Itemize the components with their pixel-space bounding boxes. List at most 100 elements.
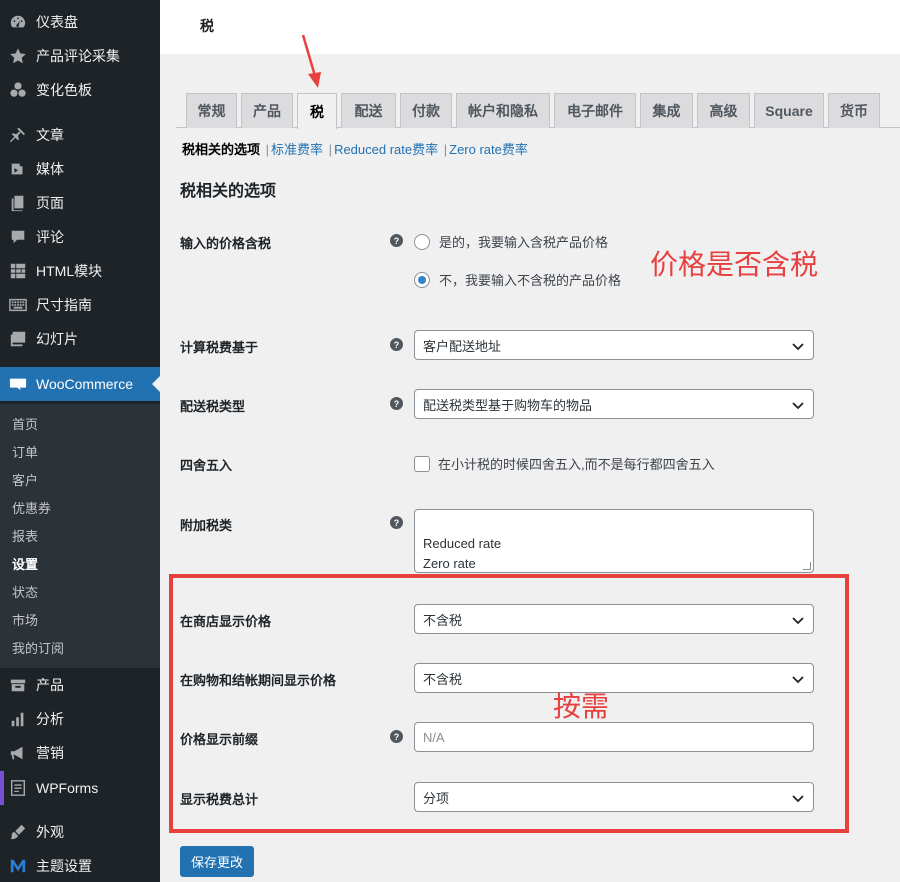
sidebar-item-dashboard[interactable]: 仪表盘 [0,5,160,39]
radio-button[interactable] [414,233,430,250]
admin-sidebar: 首页 订单 客户 优惠券 报表 设置 状态 市场 我的订阅 仪表盘 产品评论采集… [0,0,160,882]
select-value: 配送税类型基于购物车的物品 [423,397,593,413]
checkbox-box[interactable] [414,455,430,472]
sidebar-item-label: 尺寸指南 [36,297,92,313]
subsub-link-reduced-rates[interactable]: Reduced rate费率 [334,142,438,157]
submenu-customers[interactable]: 客户 [12,470,38,489]
sidebar-item-label: WooCommerce [36,376,133,392]
tab-currency[interactable]: 货币 [828,93,880,128]
sidebar-item-appearance[interactable]: 外观 [0,815,160,849]
sidebar-item-label: 幻灯片 [36,331,78,347]
sidebar-item-slides[interactable]: 幻灯片 [0,322,160,356]
tab-products[interactable]: 产品 [241,93,293,128]
help-icon[interactable]: ? [390,338,403,351]
megaphone-icon [0,744,36,762]
sidebar-item-label: 外观 [36,824,64,840]
submenu-orders[interactable]: 订单 [12,442,38,461]
sidebar-item-posts[interactable]: 文章 [0,118,160,152]
radio-prices-include-tax-no[interactable]: 不，我要输入不含税的产品价格 [414,270,621,289]
resize-handle-icon[interactable] [803,562,811,570]
tab-payments[interactable]: 付款 [400,93,452,128]
sidebar-item-label: 产品评论采集 [36,48,120,64]
sidebar-item-label: 仪表盘 [36,14,78,30]
section-title: 税相关的选项 [180,183,277,200]
star-icon [0,47,36,65]
subsub-link-zero-rates[interactable]: Zero rate费率 [449,142,528,157]
page-title: 税 [200,18,214,34]
textarea-value: Reduced rate Zero rate [423,536,502,571]
submenu-home[interactable]: 首页 [12,414,38,433]
sidebar-item-size-guide[interactable]: 尺寸指南 [0,288,160,322]
sidebar-item-review-collect[interactable]: 产品评论采集 [0,39,160,73]
chevron-down-icon [792,343,804,351]
sidebar-item-pages[interactable]: 页面 [0,186,160,220]
sidebar-item-analytics[interactable]: 分析 [0,702,160,736]
help-icon[interactable]: ? [390,516,403,529]
sidebar-item-label: 主题设置 [36,858,92,874]
chart-icon [0,710,36,728]
label-tax-based-on: 计算税费基于 [180,340,259,355]
checkbox-rounding[interactable]: 在小计税的时候四舍五入,而不是每行都四舍五入 [414,454,715,473]
sidebar-item-label: 变化色板 [36,82,92,98]
slides-icon [0,330,36,348]
sidebar-item-products[interactable]: 产品 [0,668,160,702]
textarea-additional-tax-classes[interactable]: Reduced rate Zero rate [414,509,814,573]
label-prices-include-tax: 输入的价格含税 [180,236,272,251]
sidebar-item-label: HTML模块 [36,263,103,279]
sidebar-item-label: 页面 [36,195,64,211]
sidebar-item-swatches[interactable]: 变化色板 [0,73,160,107]
sidebar-item-label: 媒体 [36,161,64,177]
sidebar-item-comments[interactable]: 评论 [0,220,160,254]
label-additional-tax-classes: 附加税类 [180,518,233,533]
sidebar-item-html-blocks[interactable]: HTML模块 [0,254,160,288]
grid-icon [0,262,36,280]
radio-prices-include-tax-yes[interactable]: 是的，我要输入含税产品价格 [414,232,608,251]
page-icon [0,194,36,212]
sidebar-item-wpforms[interactable]: WPForms [0,771,160,805]
checkbox-label: 在小计税的时候四舍五入,而不是每行都四舍五入 [438,457,715,472]
tab-emails[interactable]: 电子邮件 [554,93,636,128]
pin-icon [0,126,36,144]
save-changes-button[interactable]: 保存更改 [180,846,254,877]
tab-advanced[interactable]: 高级 [697,93,750,128]
sidebar-item-woocommerce[interactable]: WooCommerce [0,367,160,401]
help-icon[interactable]: ? [390,397,403,410]
subsub-separator: | [265,142,270,157]
m-logo-icon [0,857,36,875]
select-shipping-tax-class[interactable]: 配送税类型基于购物车的物品 [414,389,814,419]
sidebar-item-label: 分析 [36,711,64,727]
subsub-current-tax-options: 税相关的选项 [182,142,261,157]
submenu-reports[interactable]: 报表 [12,526,38,545]
sidebar-item-media[interactable]: 媒体 [0,152,160,186]
tab-integration[interactable]: 集成 [640,93,693,128]
tab-tax[interactable]: 税 [297,93,337,129]
sidebar-item-label: 评论 [36,229,64,245]
sidebar-item-theme-settings[interactable]: 主题设置 [0,849,160,882]
tab-shipping[interactable]: 配送 [341,93,396,128]
sidebar-item-label: 营销 [36,745,64,761]
sidebar-item-label: WPForms [36,780,99,796]
submenu-subscriptions[interactable]: 我的订阅 [12,638,64,657]
annotation-highlight-box [169,574,849,833]
radio-button-selected[interactable] [414,271,430,288]
brush-icon [0,823,36,841]
subsub-link-standard-rates[interactable]: 标准费率 [271,142,323,157]
sidebar-item-marketing[interactable]: 营销 [0,736,160,770]
tab-general[interactable]: 常规 [186,93,237,128]
help-icon[interactable]: ? [390,234,403,247]
subsub-separator: | [443,142,448,157]
label-rounding: 四舍五入 [180,458,233,473]
tab-accounts-privacy[interactable]: 帐户和隐私 [456,93,550,128]
submenu-coupons[interactable]: 优惠券 [12,498,51,517]
submenu-settings[interactable]: 设置 [12,554,38,573]
submenu-status[interactable]: 状态 [12,582,38,601]
submenu-marketplace[interactable]: 市场 [12,610,38,629]
swatch-icon [0,81,36,99]
woo-icon [0,375,36,393]
tab-square[interactable]: Square [754,93,824,128]
top-header: 税 [160,0,900,54]
select-tax-based-on[interactable]: 客户配送地址 [414,330,814,360]
arrow-annotation-icon [301,34,321,88]
annotation-tax-included: 价格是否含税 [650,249,819,280]
product-icon [0,676,36,694]
